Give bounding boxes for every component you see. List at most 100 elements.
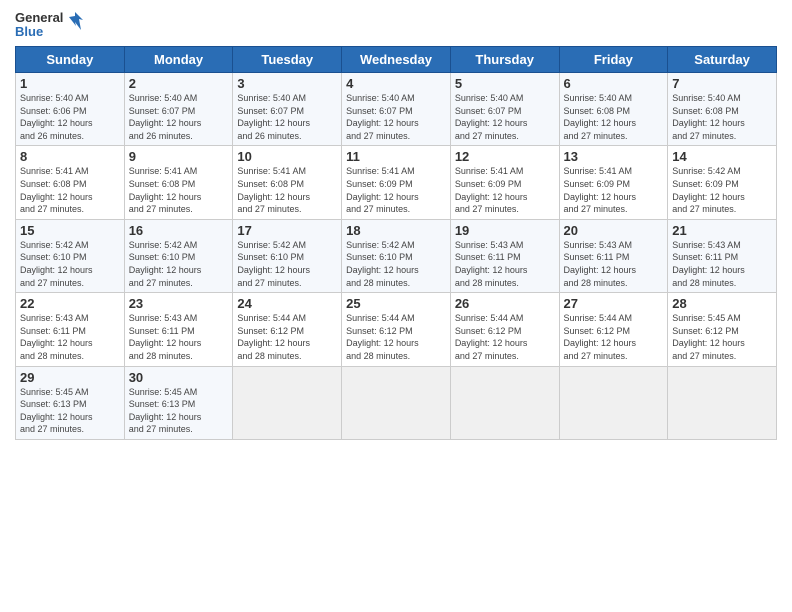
- day-cell: 26Sunrise: 5:44 AM Sunset: 6:12 PM Dayli…: [450, 293, 559, 366]
- weekday-header-thursday: Thursday: [450, 47, 559, 73]
- day-info: Sunrise: 5:43 AM Sunset: 6:11 PM Dayligh…: [564, 239, 664, 289]
- day-cell: 6Sunrise: 5:40 AM Sunset: 6:08 PM Daylig…: [559, 73, 668, 146]
- page: General Blue SundayMondayTuesdayWednesda…: [0, 0, 792, 612]
- day-cell: 14Sunrise: 5:42 AM Sunset: 6:09 PM Dayli…: [668, 146, 777, 219]
- day-info: Sunrise: 5:41 AM Sunset: 6:09 PM Dayligh…: [564, 165, 664, 215]
- day-cell: 8Sunrise: 5:41 AM Sunset: 6:08 PM Daylig…: [16, 146, 125, 219]
- day-info: Sunrise: 5:43 AM Sunset: 6:11 PM Dayligh…: [455, 239, 555, 289]
- day-info: Sunrise: 5:40 AM Sunset: 6:07 PM Dayligh…: [129, 92, 229, 142]
- day-cell: 29Sunrise: 5:45 AM Sunset: 6:13 PM Dayli…: [16, 366, 125, 439]
- day-info: Sunrise: 5:42 AM Sunset: 6:10 PM Dayligh…: [129, 239, 229, 289]
- day-info: Sunrise: 5:42 AM Sunset: 6:09 PM Dayligh…: [672, 165, 772, 215]
- day-cell: 11Sunrise: 5:41 AM Sunset: 6:09 PM Dayli…: [342, 146, 451, 219]
- week-row-2: 8Sunrise: 5:41 AM Sunset: 6:08 PM Daylig…: [16, 146, 777, 219]
- day-info: Sunrise: 5:45 AM Sunset: 6:12 PM Dayligh…: [672, 312, 772, 362]
- day-cell: 9Sunrise: 5:41 AM Sunset: 6:08 PM Daylig…: [124, 146, 233, 219]
- day-info: Sunrise: 5:43 AM Sunset: 6:11 PM Dayligh…: [672, 239, 772, 289]
- day-number: 20: [564, 223, 664, 238]
- day-number: 18: [346, 223, 446, 238]
- day-cell: 1Sunrise: 5:40 AM Sunset: 6:06 PM Daylig…: [16, 73, 125, 146]
- day-number: 4: [346, 76, 446, 91]
- day-info: Sunrise: 5:44 AM Sunset: 6:12 PM Dayligh…: [237, 312, 337, 362]
- day-number: 11: [346, 149, 446, 164]
- day-cell: 22Sunrise: 5:43 AM Sunset: 6:11 PM Dayli…: [16, 293, 125, 366]
- weekday-header-sunday: Sunday: [16, 47, 125, 73]
- day-cell: 20Sunrise: 5:43 AM Sunset: 6:11 PM Dayli…: [559, 219, 668, 292]
- day-info: Sunrise: 5:40 AM Sunset: 6:08 PM Dayligh…: [672, 92, 772, 142]
- day-cell: [668, 366, 777, 439]
- week-row-3: 15Sunrise: 5:42 AM Sunset: 6:10 PM Dayli…: [16, 219, 777, 292]
- day-info: Sunrise: 5:41 AM Sunset: 6:08 PM Dayligh…: [237, 165, 337, 215]
- weekday-header-row: SundayMondayTuesdayWednesdayThursdayFrid…: [16, 47, 777, 73]
- day-number: 24: [237, 296, 337, 311]
- day-number: 29: [20, 370, 120, 385]
- day-number: 23: [129, 296, 229, 311]
- day-info: Sunrise: 5:44 AM Sunset: 6:12 PM Dayligh…: [455, 312, 555, 362]
- day-cell: 27Sunrise: 5:44 AM Sunset: 6:12 PM Dayli…: [559, 293, 668, 366]
- day-cell: 17Sunrise: 5:42 AM Sunset: 6:10 PM Dayli…: [233, 219, 342, 292]
- logo-general-text: General: [15, 11, 63, 25]
- day-number: 14: [672, 149, 772, 164]
- day-info: Sunrise: 5:40 AM Sunset: 6:06 PM Dayligh…: [20, 92, 120, 142]
- day-info: Sunrise: 5:41 AM Sunset: 6:08 PM Dayligh…: [129, 165, 229, 215]
- day-cell: 23Sunrise: 5:43 AM Sunset: 6:11 PM Dayli…: [124, 293, 233, 366]
- day-info: Sunrise: 5:40 AM Sunset: 6:08 PM Dayligh…: [564, 92, 664, 142]
- day-cell: 4Sunrise: 5:40 AM Sunset: 6:07 PM Daylig…: [342, 73, 451, 146]
- day-number: 27: [564, 296, 664, 311]
- day-cell: 25Sunrise: 5:44 AM Sunset: 6:12 PM Dayli…: [342, 293, 451, 366]
- day-cell: 3Sunrise: 5:40 AM Sunset: 6:07 PM Daylig…: [233, 73, 342, 146]
- day-info: Sunrise: 5:41 AM Sunset: 6:09 PM Dayligh…: [346, 165, 446, 215]
- day-info: Sunrise: 5:45 AM Sunset: 6:13 PM Dayligh…: [129, 386, 229, 436]
- calendar-body: 1Sunrise: 5:40 AM Sunset: 6:06 PM Daylig…: [16, 73, 777, 440]
- day-cell: 18Sunrise: 5:42 AM Sunset: 6:10 PM Dayli…: [342, 219, 451, 292]
- day-number: 30: [129, 370, 229, 385]
- day-cell: 13Sunrise: 5:41 AM Sunset: 6:09 PM Dayli…: [559, 146, 668, 219]
- weekday-header-tuesday: Tuesday: [233, 47, 342, 73]
- day-cell: [450, 366, 559, 439]
- day-info: Sunrise: 5:42 AM Sunset: 6:10 PM Dayligh…: [346, 239, 446, 289]
- day-number: 19: [455, 223, 555, 238]
- day-number: 13: [564, 149, 664, 164]
- day-info: Sunrise: 5:40 AM Sunset: 6:07 PM Dayligh…: [455, 92, 555, 142]
- weekday-header-wednesday: Wednesday: [342, 47, 451, 73]
- day-cell: [342, 366, 451, 439]
- header: General Blue: [15, 10, 777, 40]
- day-cell: 19Sunrise: 5:43 AM Sunset: 6:11 PM Dayli…: [450, 219, 559, 292]
- week-row-5: 29Sunrise: 5:45 AM Sunset: 6:13 PM Dayli…: [16, 366, 777, 439]
- day-info: Sunrise: 5:45 AM Sunset: 6:13 PM Dayligh…: [20, 386, 120, 436]
- day-number: 2: [129, 76, 229, 91]
- logo-bird-icon: [65, 10, 87, 40]
- day-cell: 7Sunrise: 5:40 AM Sunset: 6:08 PM Daylig…: [668, 73, 777, 146]
- day-info: Sunrise: 5:40 AM Sunset: 6:07 PM Dayligh…: [237, 92, 337, 142]
- logo: General Blue: [15, 10, 87, 40]
- day-info: Sunrise: 5:41 AM Sunset: 6:08 PM Dayligh…: [20, 165, 120, 215]
- calendar-table: SundayMondayTuesdayWednesdayThursdayFrid…: [15, 46, 777, 440]
- day-cell: 24Sunrise: 5:44 AM Sunset: 6:12 PM Dayli…: [233, 293, 342, 366]
- day-cell: 21Sunrise: 5:43 AM Sunset: 6:11 PM Dayli…: [668, 219, 777, 292]
- day-info: Sunrise: 5:44 AM Sunset: 6:12 PM Dayligh…: [346, 312, 446, 362]
- day-info: Sunrise: 5:43 AM Sunset: 6:11 PM Dayligh…: [129, 312, 229, 362]
- day-number: 25: [346, 296, 446, 311]
- day-cell: 12Sunrise: 5:41 AM Sunset: 6:09 PM Dayli…: [450, 146, 559, 219]
- day-number: 3: [237, 76, 337, 91]
- week-row-4: 22Sunrise: 5:43 AM Sunset: 6:11 PM Dayli…: [16, 293, 777, 366]
- day-number: 1: [20, 76, 120, 91]
- day-number: 28: [672, 296, 772, 311]
- day-info: Sunrise: 5:43 AM Sunset: 6:11 PM Dayligh…: [20, 312, 120, 362]
- weekday-header-monday: Monday: [124, 47, 233, 73]
- day-cell: 28Sunrise: 5:45 AM Sunset: 6:12 PM Dayli…: [668, 293, 777, 366]
- day-number: 9: [129, 149, 229, 164]
- day-number: 16: [129, 223, 229, 238]
- day-number: 22: [20, 296, 120, 311]
- weekday-header-friday: Friday: [559, 47, 668, 73]
- day-info: Sunrise: 5:44 AM Sunset: 6:12 PM Dayligh…: [564, 312, 664, 362]
- day-info: Sunrise: 5:40 AM Sunset: 6:07 PM Dayligh…: [346, 92, 446, 142]
- day-number: 12: [455, 149, 555, 164]
- day-cell: [233, 366, 342, 439]
- day-number: 8: [20, 149, 120, 164]
- day-cell: [559, 366, 668, 439]
- weekday-header-saturday: Saturday: [668, 47, 777, 73]
- day-cell: 10Sunrise: 5:41 AM Sunset: 6:08 PM Dayli…: [233, 146, 342, 219]
- day-info: Sunrise: 5:41 AM Sunset: 6:09 PM Dayligh…: [455, 165, 555, 215]
- day-number: 6: [564, 76, 664, 91]
